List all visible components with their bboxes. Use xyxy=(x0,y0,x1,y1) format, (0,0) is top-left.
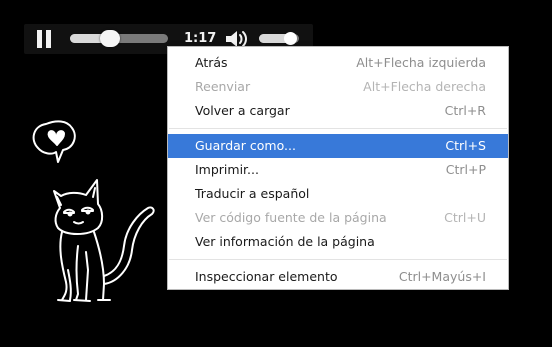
menu-item-forward: Reenviar Alt+Flecha derecha xyxy=(168,75,508,99)
menu-item-label: Reenviar xyxy=(195,79,251,94)
menu-item-label: Guardar como... xyxy=(195,138,296,153)
menu-item-shortcut: Ctrl+R xyxy=(444,103,486,118)
menu-item-shortcut: Ctrl+U xyxy=(444,210,486,225)
menu-item-label: Inspeccionar elemento xyxy=(195,269,338,284)
menu-item-label: Volver a cargar xyxy=(195,103,290,118)
menu-item-label: Atrás xyxy=(195,55,228,70)
menu-item-translate[interactable]: Traducir a español xyxy=(168,182,508,206)
menu-item-shortcut: Ctrl+S xyxy=(445,138,486,153)
pause-bar-left xyxy=(37,30,42,48)
menu-item-page-info[interactable]: Ver información de la página xyxy=(168,230,508,254)
volume-slider[interactable] xyxy=(259,32,299,45)
current-time: 1:17 xyxy=(184,31,217,46)
menu-item-shortcut: Alt+Flecha derecha xyxy=(363,79,486,94)
heart-speech-bubble-icon xyxy=(32,120,76,163)
pause-bar-right xyxy=(46,30,51,48)
menu-item-shortcut: Ctrl+Mayús+I xyxy=(398,269,486,284)
menu-separator xyxy=(169,259,507,260)
menu-item-reload[interactable]: Volver a cargar Ctrl+R xyxy=(168,99,508,123)
menu-item-inspect[interactable]: Inspeccionar elemento Ctrl+Mayús+I xyxy=(168,265,508,289)
menu-item-label: Ver código fuente de la página xyxy=(195,210,387,225)
menu-item-back[interactable]: Atrás Alt+Flecha izquierda xyxy=(168,51,508,75)
menu-item-shortcut: Alt+Flecha izquierda xyxy=(356,55,486,70)
menu-item-shortcut: Ctrl+P xyxy=(445,162,486,177)
menu-item-label: Traducir a español xyxy=(195,186,310,201)
seek-slider[interactable] xyxy=(70,30,168,47)
menu-item-save-as[interactable]: Guardar como... Ctrl+S xyxy=(168,134,508,158)
menu-item-view-source: Ver código fuente de la página Ctrl+U xyxy=(168,206,508,230)
menu-item-print[interactable]: Imprimir... Ctrl+P xyxy=(168,158,508,182)
volume-handle[interactable] xyxy=(284,32,297,45)
seek-handle[interactable] xyxy=(100,30,121,47)
video-page: 1:17 Atrás Alt+Flecha izquierda Reenviar… xyxy=(0,0,552,347)
cat-doodle xyxy=(53,179,155,302)
menu-item-label: Ver información de la página xyxy=(195,234,375,249)
menu-separator xyxy=(169,128,507,129)
pause-icon[interactable] xyxy=(36,30,52,48)
context-menu: Atrás Alt+Flecha izquierda Reenviar Alt+… xyxy=(167,46,509,290)
menu-item-label: Imprimir... xyxy=(195,162,259,177)
